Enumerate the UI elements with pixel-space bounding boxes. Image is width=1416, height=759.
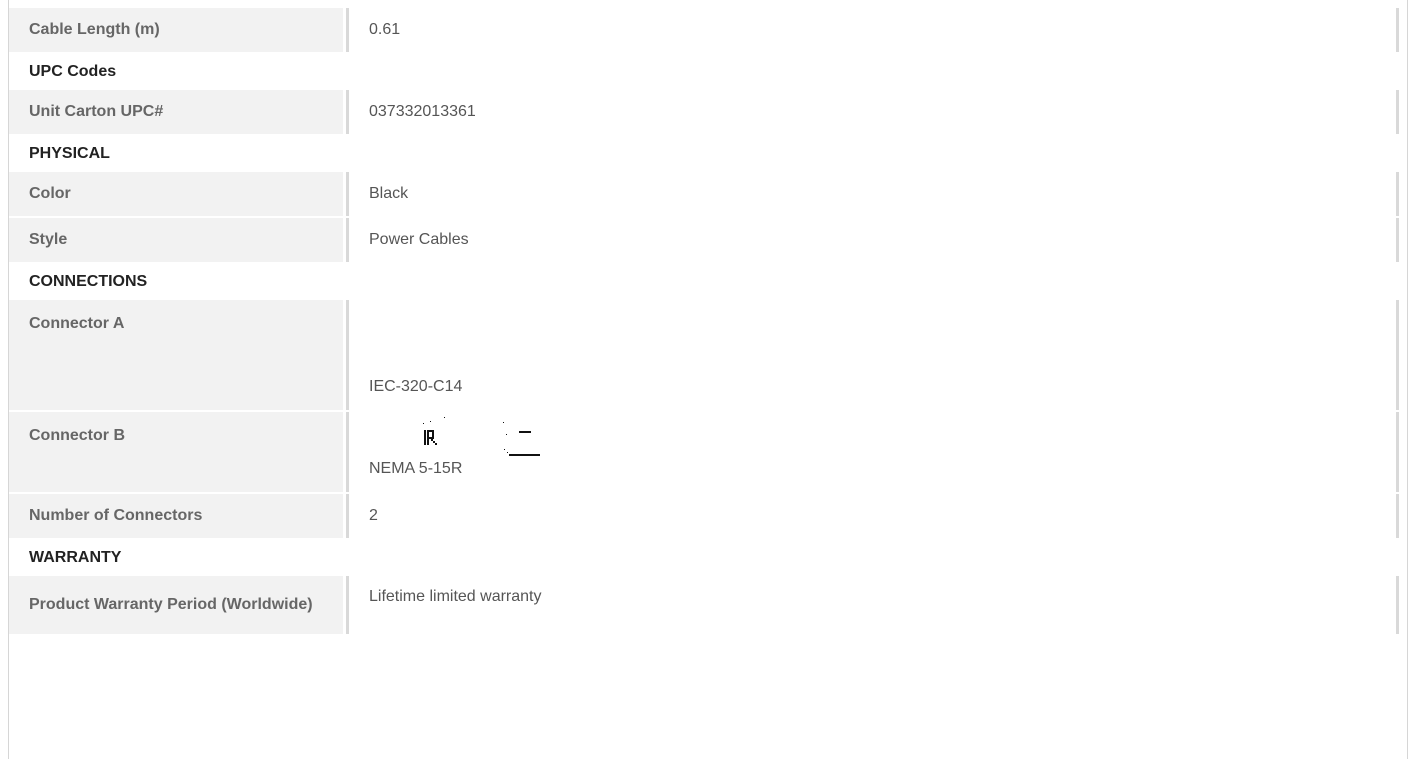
spec-value-container: NEMA 5-15R <box>346 412 1399 492</box>
spec-label: Connector A <box>9 300 346 410</box>
section-header-connections: CONNECTIONS <box>9 264 1407 300</box>
spec-value: Power Cables <box>346 218 1399 262</box>
spec-value: 0.61 <box>346 8 1399 52</box>
spec-label: Number of Connectors <box>9 494 346 538</box>
spec-value: NEMA 5-15R <box>369 460 463 477</box>
spec-value-container: IEC-320-C14 <box>346 300 1399 410</box>
spec-row-connector-a: Connector A IEC-320-C14 <box>9 300 1407 412</box>
spec-label: Color <box>9 172 346 216</box>
spec-label: Connector B <box>9 412 346 492</box>
nema-5-15r-connector-icon <box>423 417 540 456</box>
spec-table: Cable Length (m) 0.61 UPC Codes Unit Car… <box>8 0 1408 759</box>
spec-row-unit-carton-upc: Unit Carton UPC# 037332013361 <box>9 90 1407 136</box>
spec-value: Black <box>346 172 1399 216</box>
spec-row-cable-length: Cable Length (m) 0.61 <box>9 8 1407 54</box>
spec-row-connector-b: Connector B NEMA 5-15R <box>9 412 1407 494</box>
section-header-physical: PHYSICAL <box>9 136 1407 172</box>
spec-label: Product Warranty Period (Worldwide) <box>9 576 346 634</box>
spec-value: 037332013361 <box>346 90 1399 134</box>
spec-label: Unit Carton UPC# <box>9 90 346 134</box>
spec-label: Cable Length (m) <box>9 8 346 52</box>
spec-value: Lifetime limited warranty <box>346 576 1399 634</box>
spec-value: IEC-320-C14 <box>369 378 463 395</box>
spec-row-warranty: Product Warranty Period (Worldwide) Life… <box>9 576 1407 636</box>
section-header-upc: UPC Codes <box>9 54 1407 90</box>
spec-row-number-of-connectors: Number of Connectors 2 <box>9 494 1407 540</box>
spec-row-color: Color Black <box>9 172 1407 218</box>
spec-row-style: Style Power Cables <box>9 218 1407 264</box>
spec-label: Style <box>9 218 346 262</box>
spec-value: 2 <box>346 494 1399 538</box>
section-header-warranty: WARRANTY <box>9 540 1407 576</box>
